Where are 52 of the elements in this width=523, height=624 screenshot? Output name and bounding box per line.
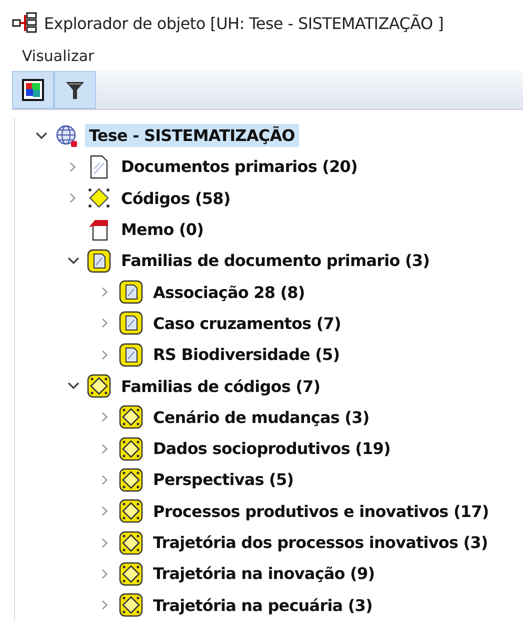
- code-family-icon: [119, 562, 143, 586]
- tree-item[interactable]: Perspectivas (5): [149, 468, 298, 492]
- tree-item[interactable]: Familias de documento primario (3): [117, 249, 434, 272]
- tree-item[interactable]: Familias de códigos (7): [117, 374, 324, 398]
- code-family-icon: [119, 530, 143, 554]
- chevron-right-icon[interactable]: [100, 317, 110, 330]
- menu-item[interactable]: Visualizar: [22, 47, 94, 65]
- filter-button[interactable]: [54, 71, 96, 109]
- memo-icon: [87, 218, 111, 242]
- diamond-icon: [87, 186, 111, 210]
- chevron-right-icon[interactable]: [100, 599, 110, 612]
- tree-item[interactable]: Tese - SISTEMATIZAÇÃO: [85, 124, 299, 148]
- tree-item[interactable]: Caso cruzamentos (7): [149, 312, 345, 335]
- filter-icon: [64, 79, 86, 101]
- chevron-right-icon[interactable]: [100, 442, 110, 455]
- code-family-icon: [119, 405, 143, 430]
- chevron-down-icon[interactable]: [34, 130, 48, 142]
- chevron-right-icon[interactable]: [100, 348, 110, 361]
- tree-item[interactable]: Trajetória na inovação (9): [149, 562, 379, 586]
- chevron-down-icon[interactable]: [66, 254, 80, 267]
- tree-item[interactable]: Documentos primarios (20): [117, 155, 362, 178]
- chevron-right-icon[interactable]: [100, 286, 110, 298]
- chevron-right-icon[interactable]: [100, 568, 110, 580]
- document-family-icon: [119, 342, 143, 367]
- code-family-icon: [119, 499, 143, 524]
- code-family-icon: [87, 374, 111, 398]
- code-family-icon: [119, 436, 143, 461]
- code-family-icon: [119, 468, 143, 492]
- globe-icon: [55, 124, 79, 148]
- tree-item[interactable]: RS Biodiversidade (5): [149, 343, 344, 366]
- chevron-right-icon[interactable]: [100, 474, 110, 486]
- window-title: Explorador de objeto [UH: Tese - SISTEMATIZAÇÃO ]: [44, 14, 444, 32]
- chevron-right-icon[interactable]: [68, 160, 78, 173]
- document-family-icon: [119, 311, 143, 336]
- tree-item[interactable]: Dados socioprodutivos (19): [149, 437, 394, 460]
- tree-item[interactable]: Códigos (58): [117, 186, 234, 210]
- tree-item[interactable]: Processos produtivos e inovativos (17): [149, 500, 493, 523]
- tree-item[interactable]: Cenário de mudanças (3): [149, 406, 374, 429]
- tree-item[interactable]: Memo (0): [117, 218, 208, 242]
- document-family-icon: [87, 248, 111, 273]
- colors-icon: [22, 79, 44, 101]
- hierarchy-icon: [12, 12, 38, 34]
- chevron-right-icon[interactable]: [100, 536, 110, 548]
- document-family-icon: [119, 280, 143, 304]
- tree-item[interactable]: Trajetória na pecuária (3): [149, 594, 376, 617]
- tree-item[interactable]: Associação 28 (8): [149, 280, 309, 304]
- colors-button[interactable]: [12, 71, 54, 109]
- chevron-right-icon[interactable]: [68, 192, 78, 204]
- chevron-right-icon[interactable]: [100, 411, 110, 424]
- chevron-right-icon[interactable]: [100, 505, 110, 518]
- tree-item[interactable]: Trajetória dos processos inovativos (3): [149, 531, 492, 554]
- code-family-icon: [119, 593, 143, 618]
